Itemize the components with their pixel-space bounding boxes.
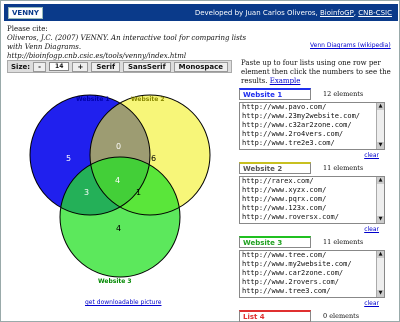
list-4: List 4 0 elements	[239, 309, 389, 322]
venn-count-c[interactable]: 4	[116, 224, 121, 233]
scroll-up-icon[interactable]: ▲	[377, 177, 384, 184]
list-3-clear-link[interactable]: clear	[364, 300, 379, 307]
venn-label-b: Website 2	[131, 96, 165, 103]
size-increase-button[interactable]: +	[72, 61, 89, 72]
venn-count-bc[interactable]: 1	[136, 188, 141, 197]
list-row: http://www.tre2e3.com/	[242, 139, 335, 147]
list-4-count: 0 elements	[323, 311, 360, 320]
venny-app: VENNY Developed by Juan Carlos Oliveros,…	[0, 0, 400, 322]
cite-reference: Oliveros, J.C. (2007) VENNY. An interact…	[7, 34, 257, 52]
venn-label-c: Website 3	[98, 278, 132, 285]
venn-circle-c	[60, 157, 180, 277]
list-3-name[interactable]: Website 3	[239, 235, 311, 248]
list-2-count: 11 elements	[323, 163, 364, 172]
credit-text: Developed by Juan Carlos Oliveros,	[194, 8, 318, 17]
venn-diagram: Website 1 Website 2 Website 3 5 6 4 0 3 …	[29, 94, 211, 285]
list-3-textarea[interactable]: http://www.tree.com/ http://www.my2websi…	[239, 250, 385, 298]
list-3-count: 11 elements	[323, 237, 364, 246]
cnb-csic-link[interactable]: CNB-CSIC	[358, 9, 392, 17]
cite-label: Please cite:	[7, 25, 48, 33]
venn-count-abc[interactable]: 4	[115, 176, 120, 185]
list-row: http://www.2ro4vers.com/	[242, 130, 344, 138]
instructions: Paste up to four lists using one row per…	[241, 59, 396, 86]
header-bar: VENNY Developed by Juan Carlos Oliveros,…	[4, 4, 398, 21]
list-3-scrollbar[interactable]: ▲ ▼	[376, 251, 384, 297]
list-1: Website 1 12 elements http://www.pavo.co…	[239, 87, 389, 159]
download-picture-link[interactable]: get downloadable picture	[85, 299, 161, 306]
wikipedia-link[interactable]: Venn Diagrams (wikipedia)	[310, 42, 391, 49]
scroll-up-icon[interactable]: ▲	[377, 103, 384, 110]
citation-block: Please cite: Oliveros, J.C. (2007) VENNY…	[7, 25, 257, 61]
scroll-down-icon[interactable]: ▼	[377, 142, 384, 149]
list-row: http://www.my2website.com/	[242, 260, 352, 268]
list-row: http://www.123x.com/	[242, 204, 327, 212]
header-credit: Developed by Juan Carlos Oliveros, Bioin…	[194, 8, 392, 17]
size-label: Size:	[11, 62, 31, 71]
list-row: http://www.roversx.com/	[242, 213, 339, 221]
list-1-textarea[interactable]: http://www.pavo.com/ http://www.23my2web…	[239, 102, 385, 150]
venn-count-a[interactable]: 5	[66, 154, 71, 163]
size-input[interactable]: 14	[48, 62, 70, 71]
venn-count-b[interactable]: 6	[151, 154, 156, 163]
list-row: http://www.23my2website.com/	[242, 112, 361, 120]
venny-logo: VENNY	[8, 6, 43, 19]
list-2-clear-link[interactable]: clear	[364, 226, 379, 233]
list-row: http://www.c32ar2zone.com/	[242, 121, 352, 129]
scroll-down-icon[interactable]: ▼	[377, 290, 384, 297]
list-row: http://rarex.com/	[242, 177, 314, 185]
list-3: Website 3 11 elements http://www.tree.co…	[239, 235, 389, 307]
list-row: http://www.pavo.com/	[242, 103, 327, 111]
list-2-scrollbar[interactable]: ▲ ▼	[376, 177, 384, 223]
cite-text: Oliveros, J.C. (2007) VENNY. An interact…	[7, 34, 247, 51]
list-1-count: 12 elements	[323, 89, 364, 98]
list-1-name[interactable]: Website 1	[239, 87, 311, 100]
list-2: Website 2 11 elements http://rarex.com/ …	[239, 161, 389, 233]
monospace-button[interactable]: Monospace	[173, 61, 228, 72]
venn-count-ab[interactable]: 0	[116, 142, 121, 151]
list-2-textarea[interactable]: http://rarex.com/ http://www.xyzx.com/ h…	[239, 176, 385, 224]
list-row: http://www.pqrx.com/	[242, 195, 327, 203]
list-2-name[interactable]: Website 2	[239, 161, 311, 174]
list-1-scrollbar[interactable]: ▲ ▼	[376, 103, 384, 149]
example-link[interactable]: Example	[270, 77, 301, 85]
list-row: http://www.xyzx.com/	[242, 186, 327, 194]
list-4-name[interactable]: List 4	[239, 309, 311, 322]
list-row: http://www.tree3.com/	[242, 287, 331, 295]
serif-button[interactable]: Serif	[91, 61, 121, 72]
list-row: http://www.car2zone.com/	[242, 269, 344, 277]
scroll-up-icon[interactable]: ▲	[377, 251, 384, 258]
scroll-down-icon[interactable]: ▼	[377, 216, 384, 223]
bioinfogp-link[interactable]: BioinfoGP	[320, 9, 354, 17]
instructions-text: Paste up to four lists using one row per…	[241, 59, 391, 85]
venn-label-a: Website 1	[76, 96, 110, 103]
cite-url-text: http://bioinfogp.cnb.csic.es/tools/venny…	[7, 52, 187, 60]
font-toolbar: Size: - 14 + Serif SansSerif Monospace	[7, 60, 232, 73]
venn-count-ac[interactable]: 3	[84, 188, 89, 197]
sansserif-button[interactable]: SansSerif	[123, 61, 171, 72]
list-row: http://www.2rovers.com/	[242, 278, 339, 286]
list-row: http://www.tree.com/	[242, 251, 327, 259]
size-decrease-button[interactable]: -	[33, 61, 46, 72]
list-1-clear-link[interactable]: clear	[364, 152, 379, 159]
